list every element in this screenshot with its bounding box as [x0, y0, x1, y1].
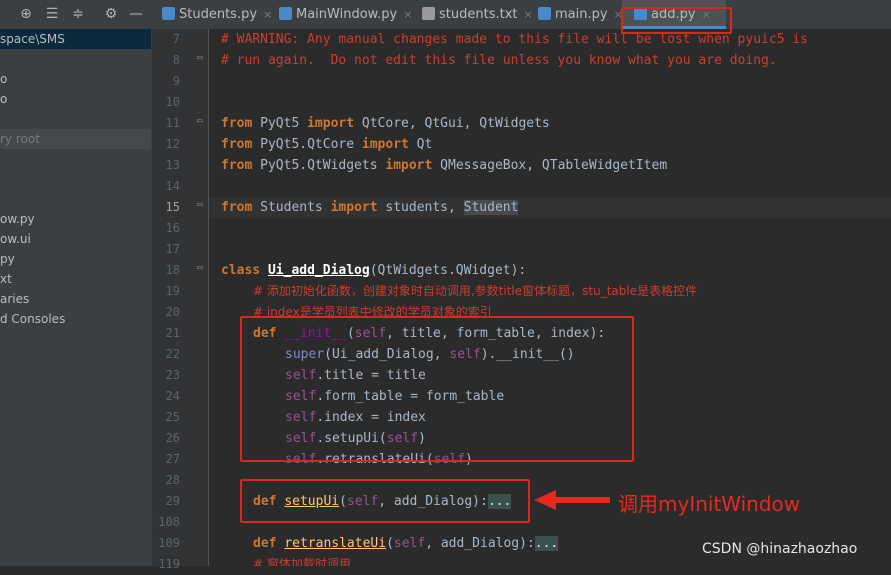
line-number: 26 — [165, 431, 180, 445]
line-number: 19 — [165, 284, 180, 298]
line-number: 108 — [158, 515, 180, 529]
line-number: 21 — [165, 326, 180, 340]
fold-marker-icon[interactable]: ▭ — [197, 200, 202, 210]
line-number: 11 — [165, 116, 180, 130]
arrow-left-icon — [534, 490, 610, 510]
line-number: 27 — [165, 452, 180, 466]
python-file-icon — [538, 7, 551, 20]
tree-item-file[interactable]: py — [0, 249, 151, 269]
line-number: 23 — [165, 368, 180, 382]
code-line: # run again. Do not edit this file unles… — [221, 53, 777, 68]
project-panel: ⊕ ☰ ≑ ⚙ — space\SMS o o ry root ow.py ow… — [0, 0, 153, 566]
tree-item-file[interactable]: ow.ui — [0, 229, 151, 249]
line-number: 24 — [165, 389, 180, 403]
tab-mainwindow-py[interactable]: MainWindow.py × — [279, 0, 412, 29]
fold-marker-icon[interactable]: ▭ — [197, 263, 202, 273]
line-number: 20 — [165, 305, 180, 319]
expand-all-icon[interactable]: ≑ — [70, 6, 86, 22]
python-file-icon — [279, 7, 292, 20]
line-number: 7 — [172, 32, 180, 46]
editor-tab-bar: Students.py × MainWindow.py × students.txt… — [152, 0, 891, 30]
text-file-icon — [422, 7, 435, 20]
line-number: 14 — [165, 179, 180, 193]
tree-item-file[interactable]: ow.py — [0, 209, 151, 229]
line-number: 17 — [165, 242, 180, 256]
code-comment: # 窗体加载时调用 — [253, 557, 351, 566]
line-number: 13 — [165, 158, 180, 172]
python-file-icon — [162, 7, 175, 20]
line-number: 12 — [165, 137, 180, 151]
highlight-box-setupui — [240, 479, 530, 523]
watermark: CSDN @hinazhaozhao — [702, 541, 858, 557]
folded-code-placeholder[interactable]: ... — [534, 536, 559, 551]
line-number: 28 — [165, 473, 180, 487]
line-number-gutter: 7 8 9 10 11 12 13 14 15 16 17 18 19 20 2… — [152, 29, 209, 571]
highlight-box-tab — [621, 7, 732, 34]
line-number: 22 — [165, 347, 180, 361]
close-icon[interactable]: × — [403, 8, 412, 21]
tab-main-py[interactable]: main.py × — [538, 0, 623, 29]
line-number: 9 — [172, 74, 180, 88]
gear-icon[interactable]: ⚙ — [103, 6, 119, 22]
line-number: 10 — [165, 95, 180, 109]
close-icon[interactable]: × — [263, 8, 272, 21]
fold-marker-icon[interactable]: ▭ — [197, 116, 202, 126]
code-line-current: from Students import students, Student — [221, 200, 519, 215]
close-icon[interactable]: × — [524, 8, 533, 21]
line-number: 8 — [172, 53, 180, 67]
tree-item-file[interactable]: xt — [0, 269, 151, 289]
line-number: 119 — [158, 557, 180, 571]
target-icon[interactable]: ⊕ — [18, 6, 34, 22]
project-toolbar: ⊕ ☰ ≑ ⚙ — — [0, 0, 152, 30]
minimize-icon[interactable]: — — [128, 6, 144, 22]
line-number: 16 — [165, 221, 180, 235]
code-comment: # 添加初始化函数，创建对象时自动调用,参数title窗体标题，stu_tabl… — [253, 284, 698, 298]
tree-item[interactable]: o — [0, 89, 151, 109]
annotation-label: 调用myInitWindow — [618, 492, 801, 516]
highlight-box-init — [240, 316, 634, 462]
project-root-item[interactable]: space\SMS — [0, 29, 151, 49]
fold-marker-icon[interactable]: ▭ — [197, 53, 202, 63]
collapse-all-icon[interactable]: ☰ — [44, 6, 60, 22]
tree-item[interactable]: o — [0, 69, 151, 89]
tab-students-txt[interactable]: students.txt × — [422, 0, 533, 29]
line-number: 18 — [165, 263, 180, 277]
tree-item-external-libraries[interactable]: aries — [0, 289, 151, 309]
code-line: from PyQt5.QtWidgets import QMessageBox,… — [221, 158, 668, 173]
code-line: from PyQt5 import QtCore, QtGui, QtWidge… — [221, 116, 550, 131]
line-number-current: 15 — [165, 200, 180, 214]
tree-item-scratches[interactable]: d Consoles — [0, 309, 151, 329]
code-line: def retranslateUi(self, add_Dialog):... — [253, 536, 559, 551]
line-number: 29 — [165, 494, 180, 508]
line-number: 25 — [165, 410, 180, 424]
tree-item-library-root[interactable]: ry root — [0, 129, 151, 149]
code-line: from PyQt5.QtCore import Qt — [221, 137, 433, 152]
tab-students-py[interactable]: Students.py × — [162, 0, 272, 29]
line-number: 109 — [158, 536, 180, 550]
code-line: class Ui_add_Dialog(QtWidgets.QWidget): — [221, 263, 527, 278]
